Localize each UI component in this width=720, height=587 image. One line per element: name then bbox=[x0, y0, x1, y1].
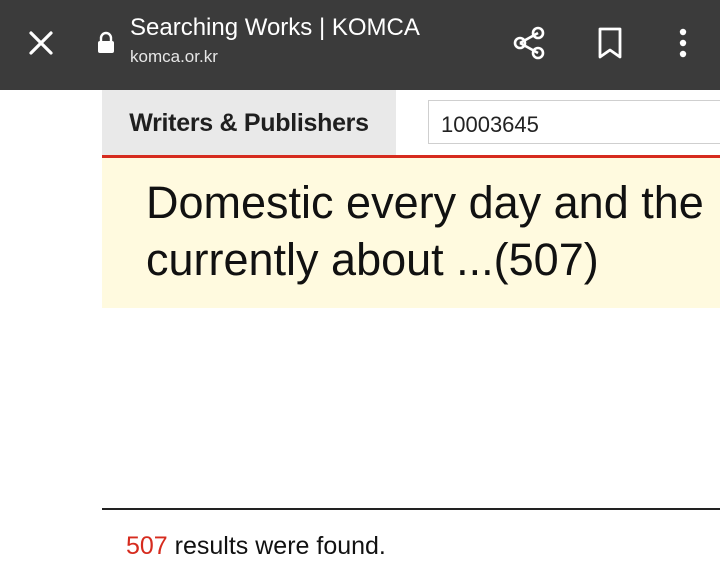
writers-publishers-tab[interactable]: Writers & Publishers bbox=[102, 90, 396, 156]
banner-title: Domestic every day and the currently abo… bbox=[146, 174, 720, 288]
browser-toolbar: Searching Works | KOMCA komca.or.kr bbox=[0, 0, 720, 90]
results-count: 507 bbox=[126, 532, 168, 560]
close-icon[interactable] bbox=[22, 24, 60, 62]
page-title: Searching Works | KOMCA bbox=[130, 14, 420, 41]
page-info[interactable]: Searching Works | KOMCA komca.or.kr bbox=[130, 13, 420, 69]
bookmark-icon[interactable] bbox=[590, 22, 630, 64]
results-text: results were found. bbox=[167, 532, 386, 560]
more-vert-icon[interactable] bbox=[666, 22, 700, 64]
lock-icon bbox=[96, 31, 116, 55]
share-icon[interactable] bbox=[508, 22, 550, 64]
banner-line-2: currently about ...(507) bbox=[146, 234, 599, 285]
title-banner: Domestic every day and the currently abo… bbox=[102, 158, 720, 308]
results-summary: 507 results were found. bbox=[126, 532, 386, 561]
results-divider bbox=[102, 508, 720, 510]
page-url: komca.or.kr bbox=[130, 47, 218, 66]
search-input[interactable] bbox=[428, 100, 720, 144]
banner-line-1: Domestic every day and the bbox=[146, 177, 704, 228]
